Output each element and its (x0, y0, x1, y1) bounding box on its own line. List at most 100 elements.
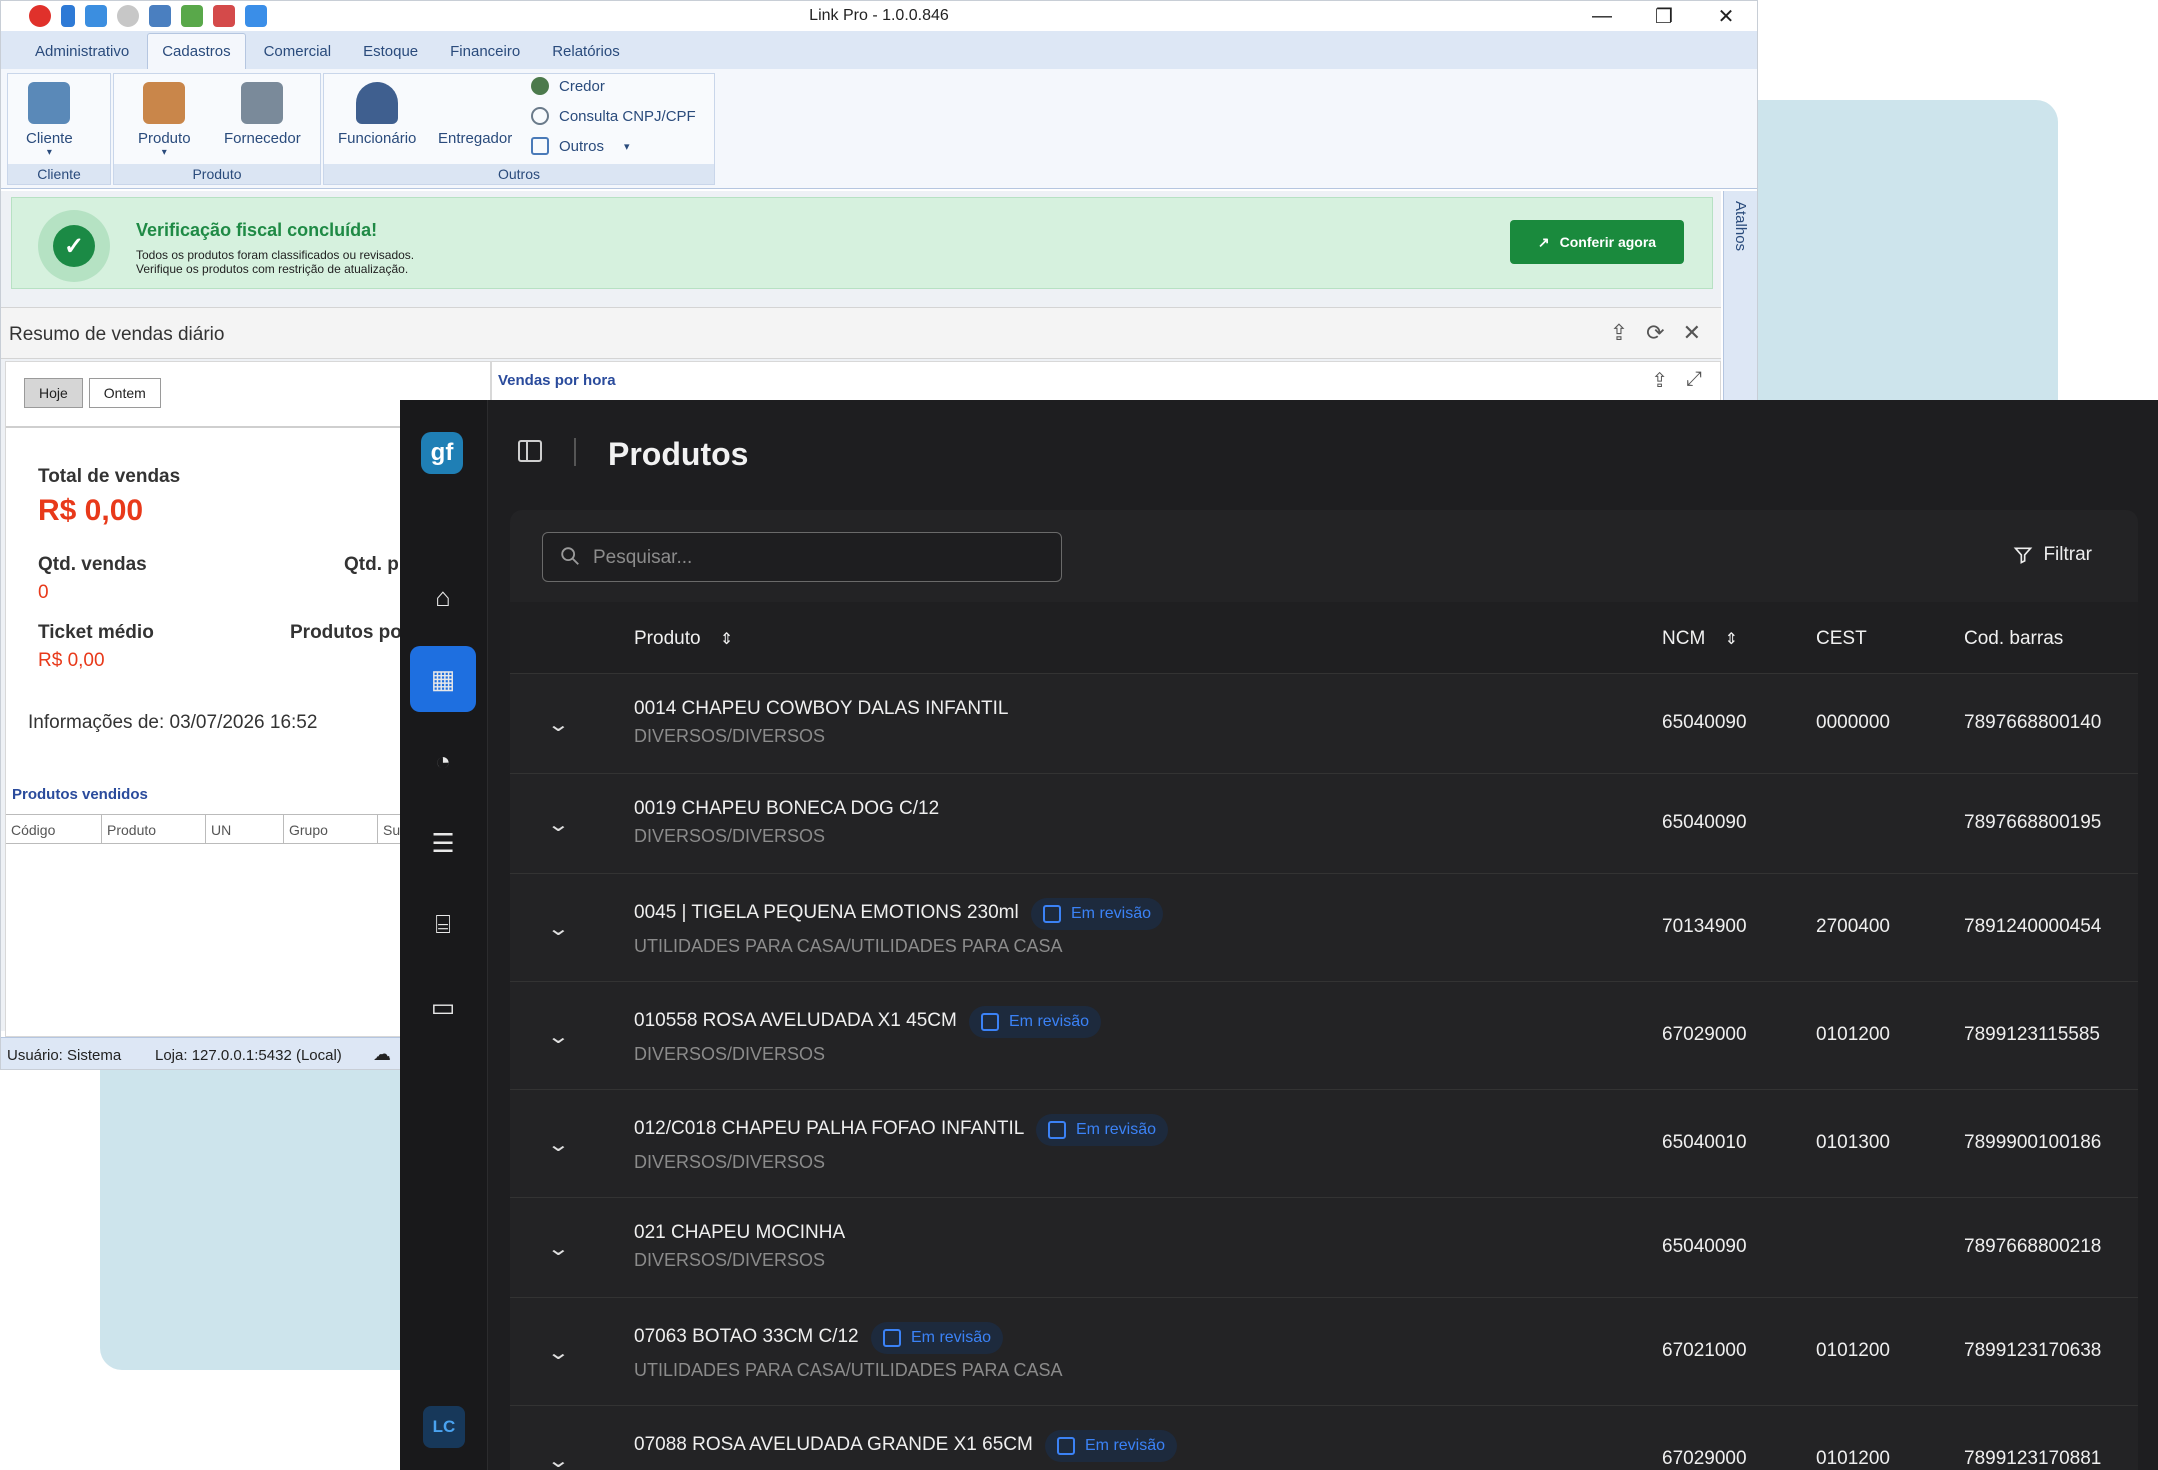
tab-relatorios[interactable]: Relatórios (538, 34, 634, 69)
title-bar: Link Pro - 1.0.0.846 — ❐ ✕ (1, 1, 1757, 31)
table-row[interactable]: ⌄ 012/C018 CHAPEU PALHA FOFAO INFANTIL DIV… (510, 1090, 2138, 1198)
share-icon[interactable]: ⇪ (1610, 320, 1628, 346)
list-icon[interactable]: ☰ (410, 810, 476, 876)
chevron-down-icon[interactable]: ⌄ (547, 812, 570, 837)
close-button[interactable]: ✕ (1695, 1, 1757, 31)
col-grupo[interactable]: Grupo (284, 815, 378, 843)
chevron-down-icon[interactable]: ⌄ (547, 1024, 570, 1049)
product-category: UTILIDADES PARA CASA/UTILIDADES PARA CAS… (634, 1360, 1063, 1380)
col-produto[interactable]: Produto (102, 815, 206, 843)
badge-label: Em revisão (1009, 1013, 1090, 1030)
credor-label: Credor (559, 77, 605, 95)
review-badge: Em revisão (1045, 1430, 1178, 1462)
chevron-down-icon[interactable]: ⌄ (547, 1236, 570, 1261)
table-row[interactable]: ⌄ 0014 CHAPEU COWBOY DALAS INFANTIL DIVERS… (510, 674, 2138, 774)
expand-icon[interactable]: ⤢ (1686, 368, 1702, 393)
vendas-por-hora-title: Vendas por hora (498, 372, 616, 389)
tab-comercial[interactable]: Comercial (250, 34, 346, 69)
refresh-icon[interactable]: ⟳ (1646, 320, 1664, 346)
product-name: 021 CHAPEU MOCINHA (634, 1222, 846, 1243)
review-badge: Em revisão (969, 1006, 1102, 1038)
col-ncm-header[interactable]: NCM ⇕ (1662, 628, 1738, 650)
table-row[interactable]: ⌄ 021 CHAPEU MOCINHA DIVERSOS/DIVERSOS 6504… (510, 1198, 2138, 1298)
close-icon[interactable]: ✕ (1683, 320, 1701, 346)
credor-button[interactable]: Credor (531, 77, 605, 95)
outros-button[interactable]: Outros ▾ (531, 137, 630, 155)
box-icon (143, 82, 186, 124)
table-row[interactable]: ⌄ 07088 ROSA AVELUDADA GRANDE X1 65CM 6702… (510, 1406, 2138, 1470)
product-category: DIVERSOS/DIVERSOS (634, 826, 826, 846)
tab-administrativo[interactable]: Administrativo (21, 34, 143, 69)
qtd-p-label: Qtd. p (344, 554, 399, 575)
alert-line-1: Todos os produtos foram classificados ou… (136, 248, 415, 262)
product-category: UTILIDADES PARA CASA/UTILIDADES PARA CAS… (634, 936, 1063, 956)
col-codigo[interactable]: Código (6, 815, 102, 843)
dashboard-icon[interactable]: ▦ (410, 646, 476, 712)
fornecedor-button[interactable]: Fornecedor (224, 82, 301, 147)
entregador-button[interactable]: Entregador (438, 130, 512, 147)
chevron-down-icon: ▾ (46, 147, 52, 158)
chevron-down-icon[interactable]: ⌄ (547, 712, 570, 737)
cliente-icon (28, 82, 71, 124)
col-barras-header: Cod. barras (1964, 628, 2064, 649)
chevron-down-icon[interactable]: ⌄ (547, 1340, 570, 1365)
store-icon[interactable]: ⌸ (410, 892, 476, 958)
sort-icon[interactable]: ⇕ (1725, 631, 1738, 648)
resumo-panel-header: Resumo de vendas diário ⇪ ⟳ ✕ (1, 307, 1721, 359)
table-row[interactable]: ⌄ 010558 ROSA AVELUDADA X1 45CM DIVERSOS/D… (510, 982, 2138, 1090)
panel-title: Resumo de vendas diário (9, 324, 225, 345)
table-row[interactable]: ⌄ 0019 CHAPEU BONECA DOG C/12 DIVERSOS/DIV… (510, 774, 2138, 874)
window-small-icon (531, 137, 549, 155)
search-icon (561, 547, 579, 565)
review-badge: Em revisão (871, 1322, 1004, 1354)
app-logo[interactable]: gf (421, 432, 463, 474)
check-circle-icon[interactable]: ◔ (410, 728, 476, 794)
review-badge: Em revisão (1036, 1114, 1169, 1146)
minimize-button[interactable]: — (1571, 1, 1633, 31)
table-row[interactable]: ⌄ 0045 | TIGELA PEQUENA EMOTIONS 230ml UTI… (510, 874, 2138, 982)
clipboard-search-icon (883, 1329, 901, 1347)
avatar[interactable]: LC (423, 1406, 465, 1448)
sidebar-toggle-icon[interactable] (518, 440, 542, 462)
ribbon-group-cliente: Cliente ▾ Cliente (7, 73, 111, 185)
consulta-button[interactable]: Consulta CNPJ/CPF (531, 107, 696, 125)
chevron-down-icon[interactable]: ⌄ (547, 1132, 570, 1157)
cell-ncm: 65040090 (1662, 812, 1747, 833)
cell-ncm: 67029000 (1662, 1448, 1747, 1469)
ontem-button[interactable]: Ontem (88, 378, 161, 408)
sort-icon[interactable]: ⇕ (720, 631, 733, 648)
tab-cadastros[interactable]: Cadastros (147, 33, 246, 69)
alert-title: Verificação fiscal concluída! (136, 220, 378, 240)
col-produto-header[interactable]: Produto ⇕ (634, 628, 733, 650)
cell-ncm: 65040090 (1662, 712, 1747, 733)
produtos-vendidos-title: Produtos vendidos (12, 786, 148, 803)
tab-financeiro[interactable]: Financeiro (436, 34, 534, 69)
produto-button[interactable]: Produto ▾ (138, 82, 191, 158)
funcionario-button[interactable]: Funcionário (338, 82, 416, 147)
fiscal-alert: ✓ Verificação fiscal concluída! Todos os… (11, 197, 1713, 289)
badge-label: Em revisão (1071, 905, 1152, 922)
entregador-label: Entregador (438, 130, 513, 147)
col-un[interactable]: UN (206, 815, 284, 843)
clipboard-search-icon (1057, 1437, 1075, 1455)
cell-barcode: 7899900100186 (1964, 1132, 2102, 1153)
hoje-button[interactable]: Hoje (24, 378, 83, 408)
chevron-down-icon[interactable]: ⌄ (547, 1448, 570, 1470)
ticket-medio-label: Ticket médio (38, 622, 154, 643)
cliente-button[interactable]: Cliente ▾ (26, 82, 73, 158)
product-name: 0045 | TIGELA PEQUENA EMOTIONS 230ml (634, 902, 1019, 923)
product-category: DIVERSOS/DIVERSOS (634, 726, 826, 746)
outros-label: Outros (559, 137, 605, 155)
chevron-down-icon[interactable]: ⌄ (547, 916, 570, 941)
cell-ncm: 67021000 (1662, 1340, 1747, 1361)
conferir-agora-button[interactable]: ↗ Conferir agora (1510, 220, 1684, 264)
ticket-icon[interactable]: ▭ (410, 974, 476, 1040)
table-row[interactable]: ⌄ 07063 BOTAO 33CM C/12 UTILIDADES PARA CA… (510, 1298, 2138, 1406)
consulta-label: Consulta CNPJ/CPF (559, 107, 696, 125)
search-input[interactable]: Pesquisar... (542, 532, 1062, 582)
home-icon[interactable]: ⌂ (410, 564, 476, 630)
restore-button[interactable]: ❐ (1633, 1, 1695, 31)
filter-button[interactable]: Filtrar (2013, 544, 2092, 566)
share-icon[interactable]: ⇪ (1651, 368, 1668, 393)
tab-estoque[interactable]: Estoque (349, 34, 432, 69)
